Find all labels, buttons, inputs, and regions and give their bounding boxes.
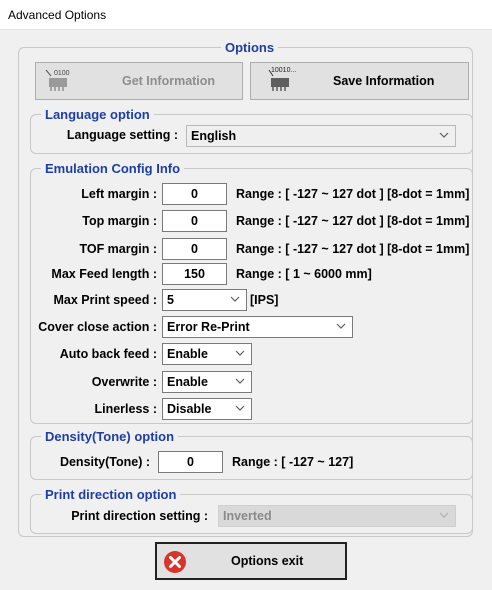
chevron-down-icon: [235, 405, 245, 411]
options-exit-label: Options exit: [231, 554, 304, 568]
chip-icon-text: 10010...: [271, 67, 297, 74]
get-information-label: Get Information: [122, 74, 216, 88]
cover-close-action-value: Error Re-Print: [167, 320, 250, 334]
chevron-down-icon: [235, 350, 245, 356]
language-select[interactable]: English: [186, 125, 456, 147]
top-margin-label: Top margin :: [82, 214, 157, 228]
title-bar: Advanced Options: [0, 0, 492, 30]
language-select-value: English: [191, 129, 237, 143]
overwrite-value: Enable: [167, 375, 208, 389]
options-legend: Options: [221, 40, 279, 55]
print-direction-label: Print direction setting :: [71, 509, 208, 523]
auto-back-feed-value: Enable: [167, 347, 208, 361]
linerless-select[interactable]: Disable: [162, 398, 252, 420]
auto-back-feed-label: Auto back feed :: [59, 347, 157, 361]
max-print-speed-label: Max Print speed :: [53, 293, 158, 307]
cover-close-action-select[interactable]: Error Re-Print: [162, 316, 353, 338]
linerless-label: Linerless :: [94, 402, 157, 416]
chevron-down-icon: [439, 512, 449, 518]
max-feed-length-label: Max Feed length :: [51, 267, 157, 281]
max-print-speed-unit: [IPS]: [250, 293, 279, 307]
density-input[interactable]: 0: [158, 451, 223, 473]
overwrite-select[interactable]: Enable: [162, 371, 252, 393]
window-title: Advanced Options: [8, 8, 107, 22]
left-margin-label: Left margin :: [81, 187, 157, 201]
top-margin-range: Range : [ -127 ~ 127 dot ] [8-dot = 1mm]: [236, 214, 470, 228]
print-direction-select[interactable]: Inverted: [218, 505, 456, 527]
auto-back-feed-select[interactable]: Enable: [162, 343, 252, 365]
left-margin-range: Range : [ -127 ~ 127 dot ] [8-dot = 1mm]: [236, 187, 470, 201]
max-print-speed-select[interactable]: 5: [162, 289, 247, 311]
chevron-down-icon: [230, 296, 240, 302]
print-direction-legend: Print direction option: [41, 487, 181, 502]
max-feed-length-range: Range : [ 1 ~ 6000 mm]: [236, 267, 372, 281]
chevron-down-icon: [439, 132, 449, 138]
get-information-button[interactable]: 0100 Get Information: [35, 62, 243, 100]
tof-margin-range: Range : [ -127 ~ 127 dot ] [8-dot = 1mm]: [236, 242, 470, 256]
print-direction-value: Inverted: [223, 509, 272, 523]
tof-margin-input[interactable]: 0: [162, 238, 227, 260]
density-label: Density(Tone) :: [59, 455, 150, 469]
overwrite-label: Overwrite :: [91, 375, 157, 389]
max-feed-length-input[interactable]: 150: [162, 263, 227, 285]
save-information-label: Save Information: [333, 74, 435, 88]
save-information-button[interactable]: 10010... Save Information: [250, 62, 469, 100]
options-exit-button[interactable]: Options exit: [155, 542, 347, 580]
language-setting-label: Language setting :: [66, 128, 178, 142]
chip-icon-text: 0100: [54, 70, 70, 77]
max-print-speed-value: 5: [167, 293, 174, 307]
top-margin-input[interactable]: 0: [162, 210, 227, 232]
emulation-config-legend: Emulation Config Info: [41, 161, 185, 176]
density-option-legend: Density(Tone) option: [41, 429, 179, 444]
left-margin-input[interactable]: 0: [162, 183, 227, 205]
chevron-down-icon: [235, 378, 245, 384]
tof-margin-label: TOF margin :: [79, 242, 157, 256]
close-icon: [164, 551, 186, 573]
language-option-legend: Language option: [41, 107, 154, 122]
density-range: Range : [ -127 ~ 127]: [232, 455, 354, 469]
linerless-value: Disable: [167, 402, 212, 416]
cover-close-action-label: Cover close action :: [38, 320, 157, 334]
chevron-down-icon: [336, 323, 346, 329]
